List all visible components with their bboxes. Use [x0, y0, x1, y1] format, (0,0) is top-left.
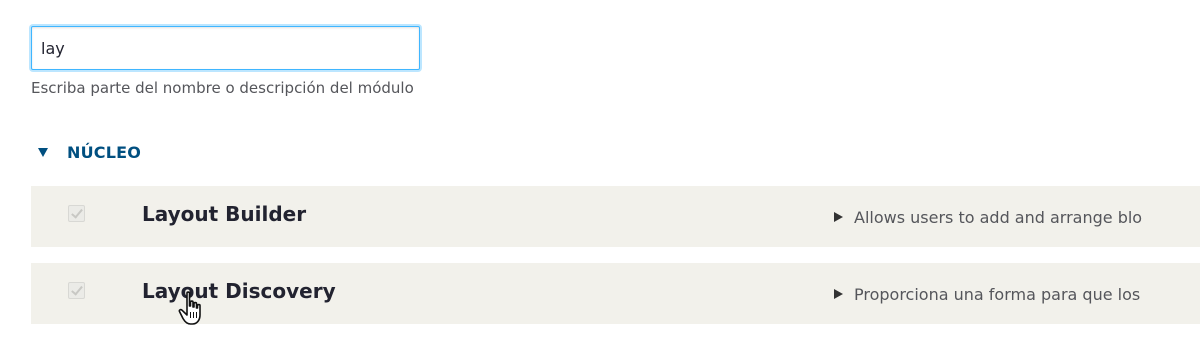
triangle-right-icon	[834, 289, 843, 299]
filter-description: Escriba parte del nombre o descripción d…	[31, 79, 414, 97]
module-description: Proporciona una forma para que los	[854, 284, 1141, 304]
module-enable-checkbox[interactable]	[68, 282, 85, 299]
module-description-toggle[interactable]: Allows users to add and arrange blo	[834, 206, 1142, 228]
module-name[interactable]: Layout Builder	[142, 202, 306, 226]
package-label: NÚCLEO	[67, 142, 142, 162]
module-list-page: Escriba parte del nombre o descripción d…	[0, 0, 1200, 363]
hand-pointer-icon	[178, 291, 201, 325]
triangle-down-icon	[38, 147, 48, 157]
module-description-toggle[interactable]: Proporciona una forma para que los	[834, 283, 1140, 305]
module-name[interactable]: Layout Discovery	[142, 279, 336, 303]
module-row: Layout Builder Allows users to add and a…	[31, 186, 1200, 247]
module-enable-checkbox[interactable]	[68, 205, 85, 222]
module-description: Allows users to add and arrange blo	[854, 207, 1143, 227]
package-summary-nucleo[interactable]: NÚCLEO	[38, 140, 141, 164]
module-filter-input[interactable]	[31, 26, 420, 70]
triangle-right-icon	[834, 212, 843, 222]
